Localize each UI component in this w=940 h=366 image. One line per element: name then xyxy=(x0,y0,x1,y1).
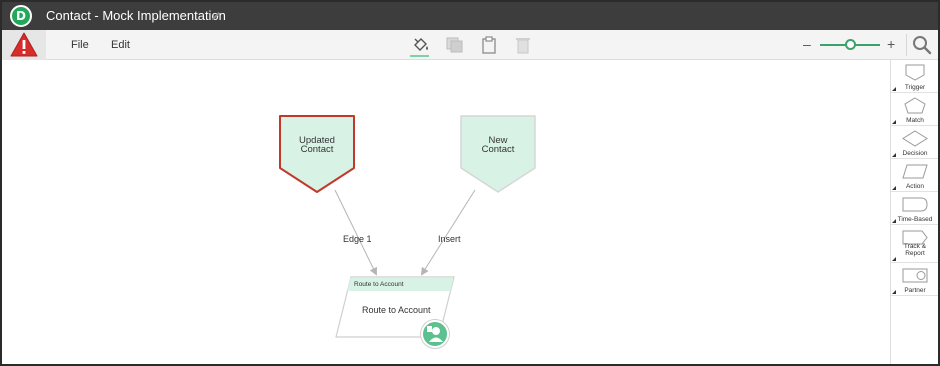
node-label-line2: Contact xyxy=(481,144,515,155)
edge-label-edge-1: Edge 1 xyxy=(343,234,372,244)
match-shape-icon xyxy=(904,97,926,114)
trigger-node-updated-contact[interactable]: Updated Contact xyxy=(278,114,356,194)
palette-label: Trigger xyxy=(904,84,926,91)
shape-palette: Trigger Match Decision Action Time-Based… xyxy=(890,60,938,364)
palette-corner xyxy=(892,257,896,261)
pencil-icon[interactable] xyxy=(210,10,222,22)
partner-shape-icon xyxy=(902,268,928,283)
zoom-out-button[interactable]: – xyxy=(803,36,811,52)
action-shape-icon xyxy=(902,164,928,179)
palette-item-match[interactable]: Match xyxy=(891,93,938,126)
palette-item-partner[interactable]: Partner xyxy=(891,263,938,296)
palette-label-line1: Track & xyxy=(903,243,927,250)
search-icon[interactable] xyxy=(912,35,932,55)
account-route-glyph xyxy=(427,326,443,342)
palette-corner xyxy=(892,120,896,124)
node-label-line2: Contact xyxy=(300,144,334,155)
menu-edit[interactable]: Edit xyxy=(111,39,130,51)
palette-corner xyxy=(892,186,896,190)
palette-label-line2: Report xyxy=(905,250,925,257)
palette-label: Match xyxy=(906,117,924,124)
window-title: Contact - Mock Implementation xyxy=(46,8,226,23)
app-logo[interactable]: D xyxy=(10,5,32,27)
alert-button[interactable] xyxy=(2,30,46,60)
palette-label: Partner xyxy=(904,287,926,294)
menu-file[interactable]: File xyxy=(71,39,89,51)
palette-item-track-report[interactable]: Track & Report xyxy=(891,225,938,263)
edge-label-insert: Insert xyxy=(438,234,461,244)
trigger-shape-icon xyxy=(905,64,925,81)
palette-label: Decision xyxy=(902,150,928,157)
palette-label: Track & Report xyxy=(891,243,938,257)
logo-letter: D xyxy=(16,9,26,23)
palette-item-time-based[interactable]: Time-Based xyxy=(891,192,938,225)
menu-bar: File Edit – + xyxy=(2,30,938,60)
action-node-header: Route to Account xyxy=(354,281,404,288)
palette-item-action[interactable]: Action xyxy=(891,159,938,192)
warning-icon xyxy=(10,32,38,57)
active-tool-indicator xyxy=(410,55,429,57)
node-label: Updated Contact xyxy=(278,136,356,155)
copy-icon[interactable] xyxy=(445,36,465,54)
title-bar: D Contact - Mock Implementation xyxy=(2,2,938,30)
zoom-in-button[interactable]: + xyxy=(887,36,895,52)
toolbar-divider xyxy=(906,34,907,56)
trigger-node-new-contact[interactable]: New Contact xyxy=(459,114,537,194)
node-label: New Contact xyxy=(459,136,537,155)
palette-corner xyxy=(892,219,896,223)
paint-bucket-icon[interactable] xyxy=(411,36,431,54)
zoom-slider-handle[interactable] xyxy=(845,39,856,50)
edge-1-line[interactable] xyxy=(334,189,377,276)
decision-shape-icon xyxy=(902,130,928,147)
palette-corner xyxy=(892,290,896,294)
palette-item-decision[interactable]: Decision xyxy=(891,126,938,159)
app-window: D Contact - Mock Implementation File Edi… xyxy=(0,0,940,366)
palette-label: Time-Based xyxy=(897,216,933,223)
action-node-label: Route to Account xyxy=(362,305,431,315)
edge-2-line[interactable] xyxy=(420,189,476,276)
route-account-icon xyxy=(421,320,449,348)
time-based-shape-icon xyxy=(902,197,928,212)
palette-item-trigger[interactable]: Trigger xyxy=(891,60,938,93)
paste-icon[interactable] xyxy=(479,36,499,54)
palette-corner xyxy=(892,87,896,91)
palette-corner xyxy=(892,153,896,157)
palette-label: Action xyxy=(905,183,925,190)
trash-icon[interactable] xyxy=(513,36,533,54)
